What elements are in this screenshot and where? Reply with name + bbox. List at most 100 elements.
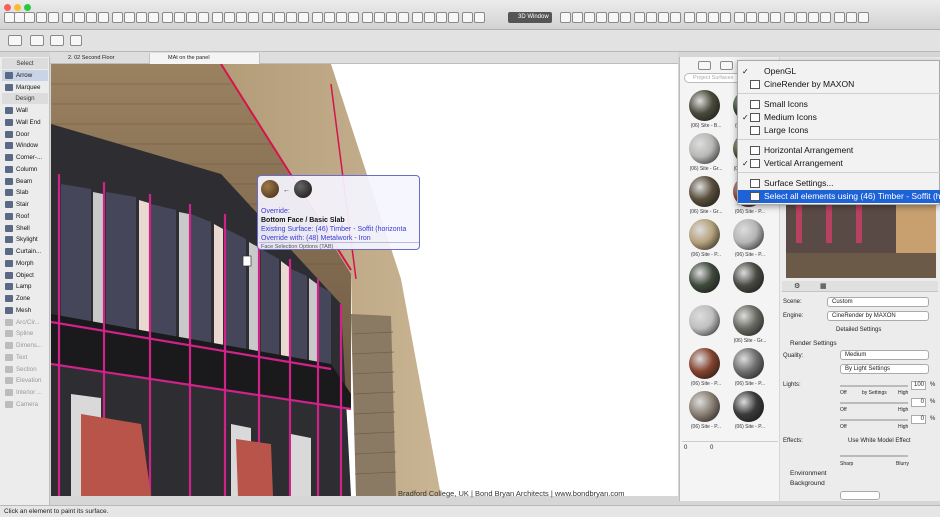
toolbox-item[interactable]: Morph [2, 258, 48, 269]
toolbar-tool-icon[interactable] [474, 12, 485, 23]
toolbox-item[interactable]: Shell [2, 223, 48, 234]
lights-value[interactable]: 100 [911, 381, 926, 390]
toolbar-tool-icon[interactable] [684, 12, 695, 23]
toolbox-item[interactable]: Corner-... [2, 152, 48, 163]
toolbar-tool-icon[interactable] [336, 12, 347, 23]
menu-item[interactable]: Large Icons [738, 124, 940, 137]
minimize-window-button[interactable] [14, 4, 21, 11]
menu-item[interactable]: Surface Settings... [738, 177, 940, 190]
toolbar-tool-icon[interactable] [424, 12, 435, 23]
toolbox-item[interactable]: Roof [2, 211, 48, 222]
gear-icon[interactable]: ⚙ [794, 282, 800, 290]
toolbar-tool-icon[interactable] [86, 12, 97, 23]
toolbar-tool-icon[interactable] [262, 12, 273, 23]
toolbar-tool-icon[interactable] [670, 12, 681, 23]
toolbox-item[interactable]: Interior ... [2, 387, 48, 398]
surface-item[interactable] [683, 305, 727, 348]
surface-item[interactable]: (06) Site - P... [683, 391, 727, 434]
3d-viewport[interactable] [51, 64, 678, 496]
toolbar-tool-icon[interactable] [36, 12, 47, 23]
element-settings-icon[interactable] [8, 35, 22, 46]
view-3d-button[interactable]: 3D Window [508, 12, 552, 23]
surface-item[interactable]: (06) Site - Gr... [727, 305, 771, 348]
toolbox-item[interactable]: Slab [2, 187, 48, 198]
toolbar-tool-icon[interactable] [174, 12, 185, 23]
tab-second-floor[interactable]: 2. 02 Second Floor [50, 53, 150, 64]
menu-item[interactable]: Horizontal Arrangement [738, 144, 940, 157]
toolbar-tool-icon[interactable] [696, 12, 707, 23]
toolbar-tool-icon[interactable] [148, 12, 159, 23]
close-window-button[interactable] [4, 4, 11, 11]
surface-item[interactable] [727, 262, 771, 305]
toolbar-tool-icon[interactable] [386, 12, 397, 23]
render-camera-button[interactable] [840, 491, 880, 500]
toolbar-tool-icon[interactable] [48, 12, 59, 23]
tab-mat-on-panel[interactable]: MAt on the panel [150, 53, 260, 64]
toolbar-tool-icon[interactable] [784, 12, 795, 23]
surface-item[interactable]: (06) Site - P... [683, 348, 727, 391]
engine-dropdown[interactable]: CineRender by MAXON [827, 311, 929, 321]
toolbar-tool-icon[interactable] [224, 12, 235, 23]
menu-item[interactable]: ✓ Medium Icons [738, 111, 940, 124]
toolbox-item[interactable]: Curtain... [2, 246, 48, 257]
surface-search-input[interactable]: Project Surfaces [684, 73, 744, 83]
surface-item[interactable]: (06) Site - P... [727, 391, 771, 434]
menu-item[interactable]: ✓ OpenGL [738, 65, 940, 78]
toolbar-tool-icon[interactable] [312, 12, 323, 23]
toolbar-tool-icon[interactable] [436, 12, 447, 23]
toolbar-tool-icon[interactable] [584, 12, 595, 23]
toolbar-tool-icon[interactable] [658, 12, 669, 23]
toolbar-tool-icon[interactable] [746, 12, 757, 23]
toolbox-item[interactable]: Arrow [2, 69, 48, 81]
toolbar-tool-icon[interactable] [398, 12, 409, 23]
surface-item[interactable]: (06) Site - P... [727, 348, 771, 391]
zoom-window-button[interactable] [24, 4, 31, 11]
toolbar-tool-icon[interactable] [858, 12, 869, 23]
toolbox-item[interactable]: Elevation [2, 375, 48, 386]
toolbar-tool-icon[interactable] [608, 12, 619, 23]
toolbar-tool-icon[interactable] [236, 12, 247, 23]
toolbox-item[interactable]: Wall [2, 105, 48, 116]
toolbox-item[interactable]: Marquee [2, 82, 48, 93]
toolbox-item[interactable]: Stair [2, 199, 48, 210]
toolbar-tool-icon[interactable] [274, 12, 285, 23]
scene-dropdown[interactable]: Custom [827, 297, 929, 307]
toolbar-tool-icon[interactable] [758, 12, 769, 23]
light-settings-dropdown[interactable]: By Light Settings [840, 364, 929, 374]
menu-item[interactable]: Select all elements using (46) Timber - … [738, 190, 940, 203]
toolbar-tool-icon[interactable] [462, 12, 473, 23]
toolbar-tool-icon[interactable] [572, 12, 583, 23]
surface-item[interactable]: (06) Site - Gr... [683, 176, 727, 219]
sun-slider[interactable] [840, 402, 908, 404]
toolbar-tool-icon[interactable] [374, 12, 385, 23]
toolbar-tool-icon[interactable] [634, 12, 645, 23]
toolbar-tool-icon[interactable] [124, 12, 135, 23]
menu-item[interactable]: ✓ Vertical Arrangement [738, 157, 940, 170]
toolbar-tool-icon[interactable] [846, 12, 857, 23]
toolbar-tool-icon[interactable] [796, 12, 807, 23]
sun-value[interactable]: 0 [911, 398, 926, 407]
toolbox-item[interactable]: Arc/Cir... [2, 317, 48, 328]
quality-dropdown[interactable]: Medium [840, 350, 929, 360]
toolbox-item[interactable]: Lamp [2, 281, 48, 292]
surface-item[interactable]: (06) Site - B... [683, 90, 727, 133]
toolbar-tool-icon[interactable] [324, 12, 335, 23]
toolbar-tool-icon[interactable] [620, 12, 631, 23]
blur-slider[interactable] [840, 455, 908, 457]
toolbar-tool-icon[interactable] [298, 12, 309, 23]
toolbar-tool-icon[interactable] [820, 12, 831, 23]
grid-icon[interactable]: ▦ [820, 282, 827, 290]
toolbar-tool-icon[interactable] [770, 12, 781, 23]
toolbox-item[interactable]: Object [2, 270, 48, 281]
toolbar-tool-icon[interactable] [448, 12, 459, 23]
toolbar-tool-icon[interactable] [112, 12, 123, 23]
eyedropper-icon[interactable] [50, 35, 64, 46]
eyedropper-icon[interactable] [720, 61, 733, 70]
menu-item[interactable]: CineRender by MAXON [738, 78, 940, 91]
toolbox-item[interactable]: Mesh [2, 305, 48, 316]
paint-bucket-icon[interactable] [698, 61, 711, 70]
marquee-icon[interactable] [30, 35, 44, 46]
toolbar-tool-icon[interactable] [62, 12, 73, 23]
toolbar-tool-icon[interactable] [560, 12, 571, 23]
toolbox-item[interactable]: Spline [2, 328, 48, 339]
